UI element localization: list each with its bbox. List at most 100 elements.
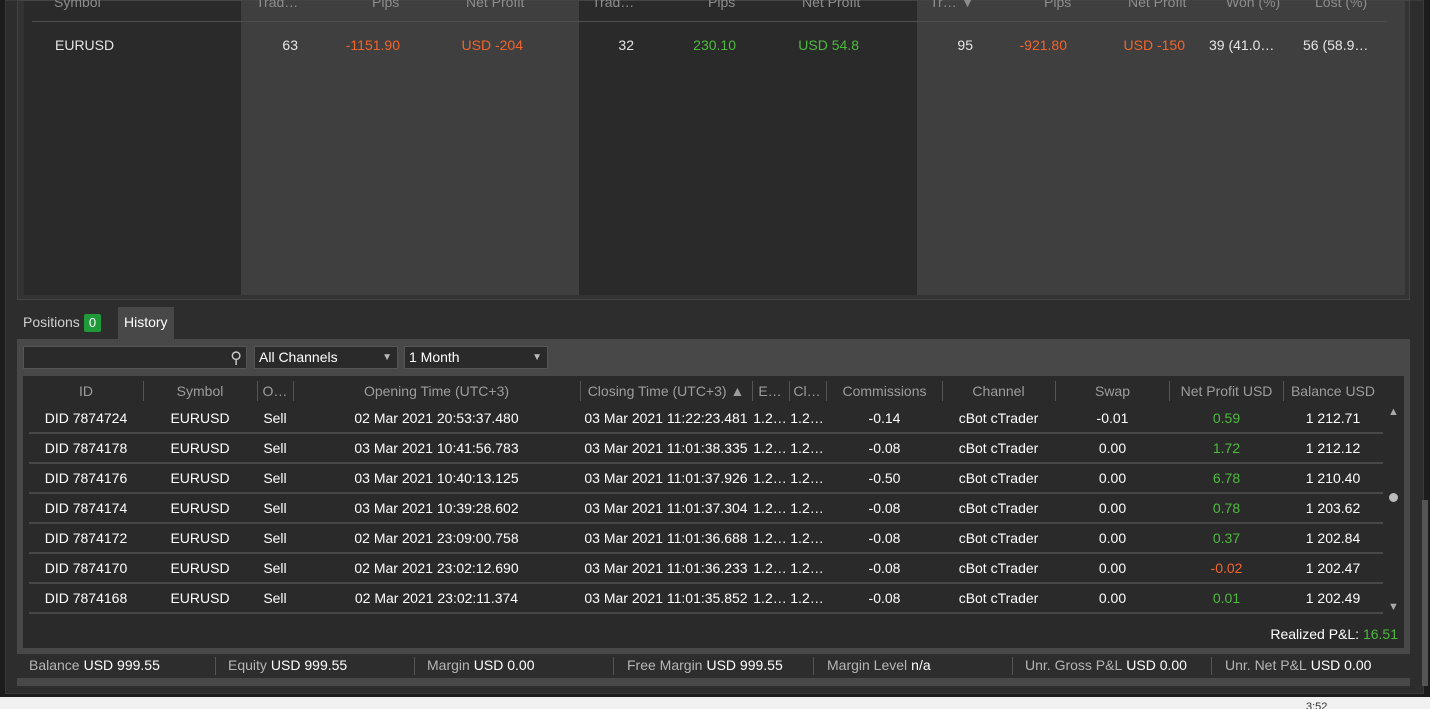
row-symbol: EURUSD <box>170 590 230 606</box>
period-select[interactable]: 1 Month ▼ <box>404 346 548 369</box>
row-side: Sell <box>263 440 287 456</box>
row-closing-time: 03 Mar 2021 11:01:35.852 <box>584 590 748 606</box>
tab-positions[interactable]: Positions 0 <box>17 307 112 339</box>
channel-select[interactable]: All Channels ▼ <box>254 346 398 369</box>
column-id[interactable]: ID <box>30 383 142 399</box>
row-side: Sell <box>263 470 287 486</box>
column-closing-price[interactable]: Cl… <box>789 383 825 399</box>
column-balance[interactable]: Balance USD <box>1284 383 1382 399</box>
row-commissions: -0.08 <box>868 440 901 456</box>
tab-history[interactable]: History <box>118 307 174 339</box>
row-side: Sell <box>263 410 287 426</box>
window-scrollbar[interactable] <box>1422 500 1428 686</box>
row-channel: cBot cTrader <box>958 560 1039 576</box>
status-balance-label: Balance <box>29 657 80 673</box>
column-closing-time[interactable]: Closing Time (UTC+3) ▲ <box>581 383 751 399</box>
statistics-panel: Symbol Trad… Pips Net Profit Trad… Pips … <box>17 0 1410 300</box>
row-id: DID 7874178 <box>44 440 128 456</box>
row-symbol: EURUSD <box>170 560 230 576</box>
scroll-down-icon[interactable]: ▼ <box>1388 601 1399 613</box>
search-icon[interactable]: ⚲ <box>230 348 242 368</box>
row-opening-time: 03 Mar 2021 10:39:28.602 <box>354 500 519 516</box>
header-total-net-profit[interactable]: Net Profit <box>1128 0 1186 10</box>
row-commissions: -0.08 <box>868 590 901 606</box>
header-long-pips[interactable]: Pips <box>372 0 399 10</box>
status-balance: Balance USD 999.55 <box>29 657 160 673</box>
header-lost[interactable]: Lost (%) <box>1315 0 1367 10</box>
row-commissions: -0.08 <box>868 560 901 576</box>
status-margin-label: Margin <box>427 657 470 673</box>
header-short-pips[interactable]: Pips <box>708 0 735 10</box>
row-opening-time: 02 Mar 2021 20:53:37.480 <box>354 410 519 426</box>
row-side: Sell <box>263 500 287 516</box>
header-long-net-profit[interactable]: Net Profit <box>466 0 524 10</box>
row-id: DID 7874170 <box>44 560 128 576</box>
header-total-pips[interactable]: Pips <box>1044 0 1071 10</box>
stat-lost: 56 (58.9… <box>1303 37 1369 53</box>
row-entry-price: 1.2… <box>753 500 787 516</box>
scroll-thumb[interactable] <box>1389 493 1398 502</box>
status-equity-value: USD 999.55 <box>270 657 348 673</box>
channel-select-value: All Channels <box>259 349 338 365</box>
row-divider <box>29 492 1383 494</box>
status-equity-label: Equity <box>228 657 267 673</box>
search-input[interactable]: ⚲ <box>23 346 247 369</box>
status-margin-value: USD 0.00 <box>473 657 535 673</box>
row-balance: 1 212.71 <box>1305 410 1361 426</box>
column-entry-price[interactable]: E… <box>752 383 788 399</box>
row-side: Sell <box>263 560 287 576</box>
row-closing-time: 03 Mar 2021 11:01:38.335 <box>584 440 748 456</box>
header-short-net-profit[interactable]: Net Profit <box>802 0 860 10</box>
row-closing-price: 1.2… <box>790 470 824 486</box>
taskbar-clock: 3:52 <box>1306 701 1328 709</box>
column-channel[interactable]: Channel <box>943 383 1054 399</box>
row-balance: 1 203.62 <box>1305 500 1361 516</box>
row-swap: 0.00 <box>1098 470 1127 486</box>
row-opening-time: 02 Mar 2021 23:09:00.758 <box>354 530 519 546</box>
row-net-profit: 0.59 <box>1212 410 1241 426</box>
row-symbol: EURUSD <box>170 440 230 456</box>
row-channel: cBot cTrader <box>958 410 1039 426</box>
row-swap: -0.01 <box>1096 410 1129 426</box>
row-channel: cBot cTrader <box>958 590 1039 606</box>
column-swap[interactable]: Swap <box>1056 383 1169 399</box>
status-margin-level-value: n/a <box>911 657 931 673</box>
os-taskbar <box>0 697 1430 709</box>
header-symbol[interactable]: Symbol <box>54 0 101 10</box>
row-balance: 1 212.12 <box>1305 440 1361 456</box>
column-symbol[interactable]: Symbol <box>144 383 256 399</box>
row-channel: cBot cTrader <box>958 500 1039 516</box>
statistics-grid: Symbol Trad… Pips Net Profit Trad… Pips … <box>24 0 1405 295</box>
status-divider <box>613 657 614 675</box>
status-equity: Equity USD 999.55 <box>228 657 347 673</box>
status-free-margin-value: USD 999.55 <box>706 657 783 673</box>
status-margin-level-label: Margin Level <box>827 657 908 673</box>
row-balance: 1 202.84 <box>1305 530 1361 546</box>
row-commissions: -0.14 <box>868 410 901 426</box>
column-opening-time[interactable]: Opening Time (UTC+3) <box>294 383 579 399</box>
status-margin-level: Margin Level n/a <box>827 657 931 673</box>
stat-short-pips: 230.10 <box>693 37 736 53</box>
status-divider <box>1012 657 1013 675</box>
header-long-trades[interactable]: Trad… <box>256 0 298 10</box>
row-balance: 1 210.40 <box>1305 470 1361 486</box>
row-swap: 0.00 <box>1098 530 1127 546</box>
status-gross-pl-label: Unr. Gross P&L <box>1025 657 1123 673</box>
row-entry-price: 1.2… <box>753 440 787 456</box>
realized-pl: Realized P&L: 16.51 <box>1270 626 1398 642</box>
row-opening-time: 03 Mar 2021 10:41:56.783 <box>354 440 519 456</box>
row-closing-time: 03 Mar 2021 11:22:23.481 <box>584 410 748 426</box>
column-net-profit[interactable]: Net Profit USD <box>1170 383 1283 399</box>
header-won[interactable]: Won (%) <box>1226 0 1280 10</box>
status-free-margin: Free Margin USD 999.55 <box>627 657 783 673</box>
column-order[interactable]: O… <box>258 383 292 399</box>
stat-won: 39 (41.0… <box>1209 37 1275 53</box>
scroll-up-icon[interactable]: ▲ <box>1388 406 1399 418</box>
row-net-profit: 0.01 <box>1212 590 1241 606</box>
header-total-trades[interactable]: Tr… ▼ <box>930 0 974 10</box>
status-gross-pl: Unr. Gross P&L USD 0.00 <box>1025 657 1187 673</box>
column-commissions[interactable]: Commissions <box>827 383 942 399</box>
header-short-trades[interactable]: Trad… <box>592 0 634 10</box>
status-divider <box>1211 657 1212 675</box>
row-divider <box>29 522 1383 524</box>
